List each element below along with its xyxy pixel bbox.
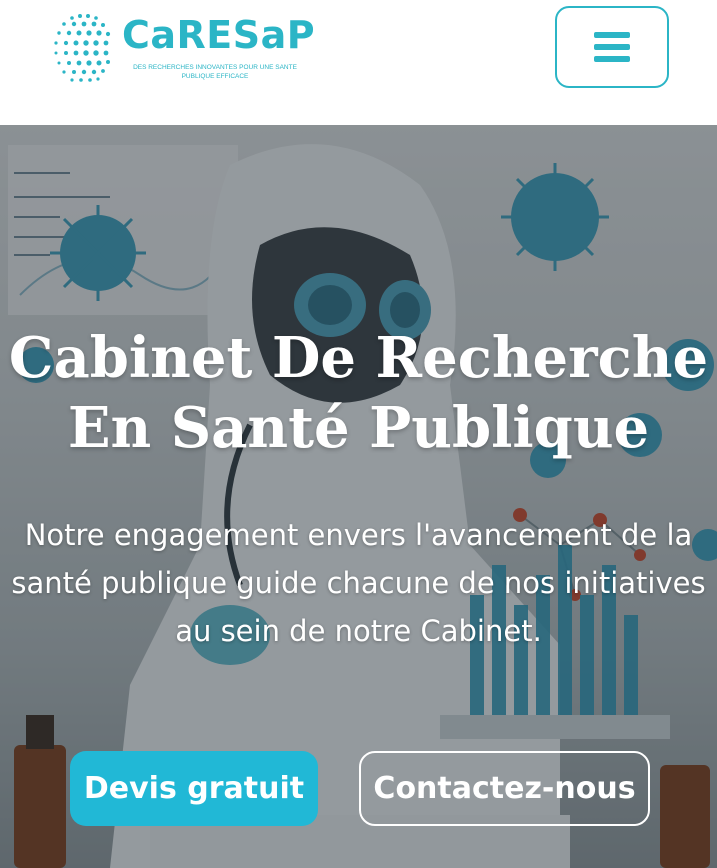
hero-subtitle: Notre engagement envers l'avancement de … <box>11 518 706 648</box>
free-quote-button[interactable]: Devis gratuit <box>70 751 318 826</box>
logo[interactable]: CaRESaP DES RECHERCHES INNOVANTES POUR U… <box>50 8 315 90</box>
hero-section: Cabinet De Recherche En Santé Publique N… <box>0 125 717 868</box>
contact-us-button[interactable]: Contactez-nous <box>359 751 650 826</box>
site-header: CaRESaP DES RECHERCHES INNOVANTES POUR U… <box>0 0 717 125</box>
logo-name: CaRESaP <box>122 13 316 57</box>
hamburger-menu-icon <box>594 32 630 62</box>
logo-tagline: DES RECHERCHES INNOVANTES POUR UNE SANTE… <box>133 64 297 80</box>
dotted-globe-icon <box>54 14 111 82</box>
hero-title-line2: En Santé Publique <box>67 395 650 461</box>
menu-button[interactable] <box>555 6 669 88</box>
hero-title: Cabinet De Recherche En Santé Publique <box>0 323 717 463</box>
hero-title-line1: Cabinet De Recherche <box>8 325 709 391</box>
